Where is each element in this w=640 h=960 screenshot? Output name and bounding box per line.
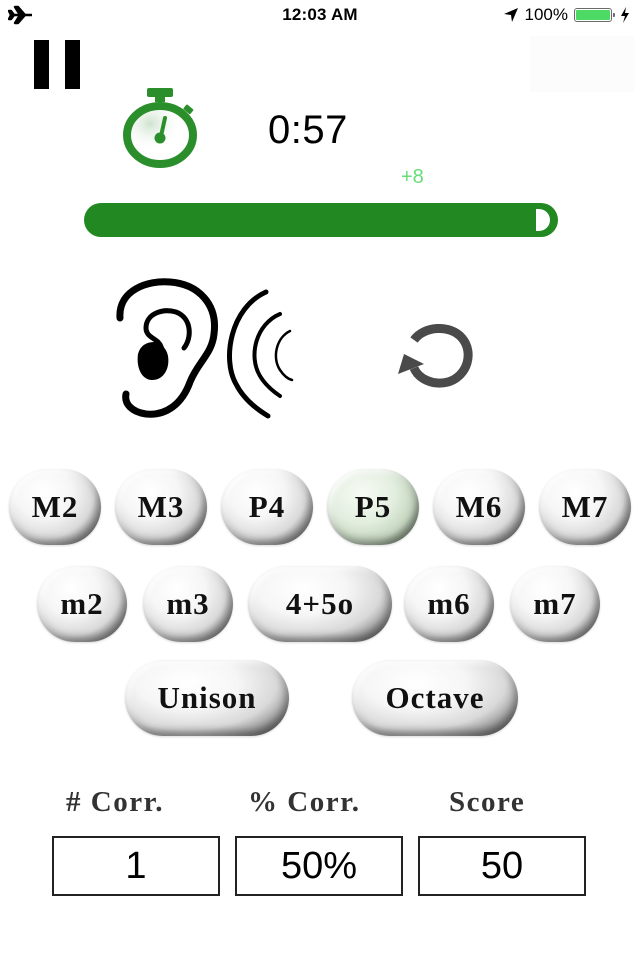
interval-button-m7[interactable]: m7 (510, 566, 600, 642)
status-right: 100% (503, 4, 630, 26)
interval-label: m2 (60, 586, 104, 621)
score-label: Score (449, 786, 526, 818)
interval-label: P4 (248, 489, 286, 524)
time-progress-bar (84, 203, 558, 237)
percent-correct-value: 50% (235, 836, 403, 896)
progress-remaining (536, 209, 550, 231)
interval-label: Octave (385, 680, 485, 715)
charging-bolt-icon (621, 7, 629, 23)
percent-correct-label: % Corr. (248, 786, 361, 818)
interval-button-octave[interactable]: Octave (352, 660, 518, 736)
interval-button-M3[interactable]: M3 (115, 469, 207, 545)
interval-button-P4[interactable]: P4 (221, 469, 313, 545)
interval-button-M7[interactable]: M7 (539, 469, 631, 545)
interval-label: 4+5o (285, 586, 355, 621)
pause-button[interactable] (32, 40, 82, 90)
battery-icon (574, 8, 615, 22)
interval-button-m3[interactable]: m3 (143, 566, 233, 642)
correct-count-label: # Corr. (66, 786, 165, 818)
replay-button[interactable] (388, 314, 480, 394)
interval-button-P5[interactable]: P5 (327, 469, 419, 545)
interval-label: M6 (455, 489, 503, 524)
interval-label: m3 (166, 586, 210, 621)
interval-button-M2[interactable]: M2 (9, 469, 101, 545)
score-value: 50 (418, 836, 586, 896)
interval-button-unison[interactable]: Unison (125, 660, 289, 736)
stopwatch-icon (123, 88, 197, 168)
correct-count-value: 1 (52, 836, 220, 896)
listen-button[interactable] (108, 276, 328, 424)
interval-label: M2 (31, 489, 79, 524)
interval-label: m6 (427, 586, 471, 621)
interval-button-M6[interactable]: M6 (433, 469, 525, 545)
time-bonus: +8 (401, 166, 424, 188)
timer-value: 0:57 (268, 108, 348, 152)
replay-icon (398, 324, 473, 388)
location-arrow-icon (503, 8, 518, 22)
battery-percent: 100% (524, 5, 568, 24)
interval-button-tritone[interactable]: 4+5o (248, 566, 392, 642)
ear-sound-icon (116, 278, 294, 419)
interval-label: M3 (137, 489, 185, 524)
interval-label: P5 (354, 489, 392, 524)
interval-label: Unison (157, 680, 257, 715)
pause-icon-bar (65, 40, 80, 89)
status-bar: 12:03 AM 100% (0, 0, 640, 32)
interval-label: M7 (561, 489, 609, 524)
interval-button-m6[interactable]: m6 (404, 566, 494, 642)
hidden-corner-button[interactable] (530, 36, 634, 92)
pause-icon (34, 40, 49, 89)
battery-fill (576, 10, 610, 20)
interval-button-m2[interactable]: m2 (37, 566, 127, 642)
interval-label: m7 (533, 586, 577, 621)
